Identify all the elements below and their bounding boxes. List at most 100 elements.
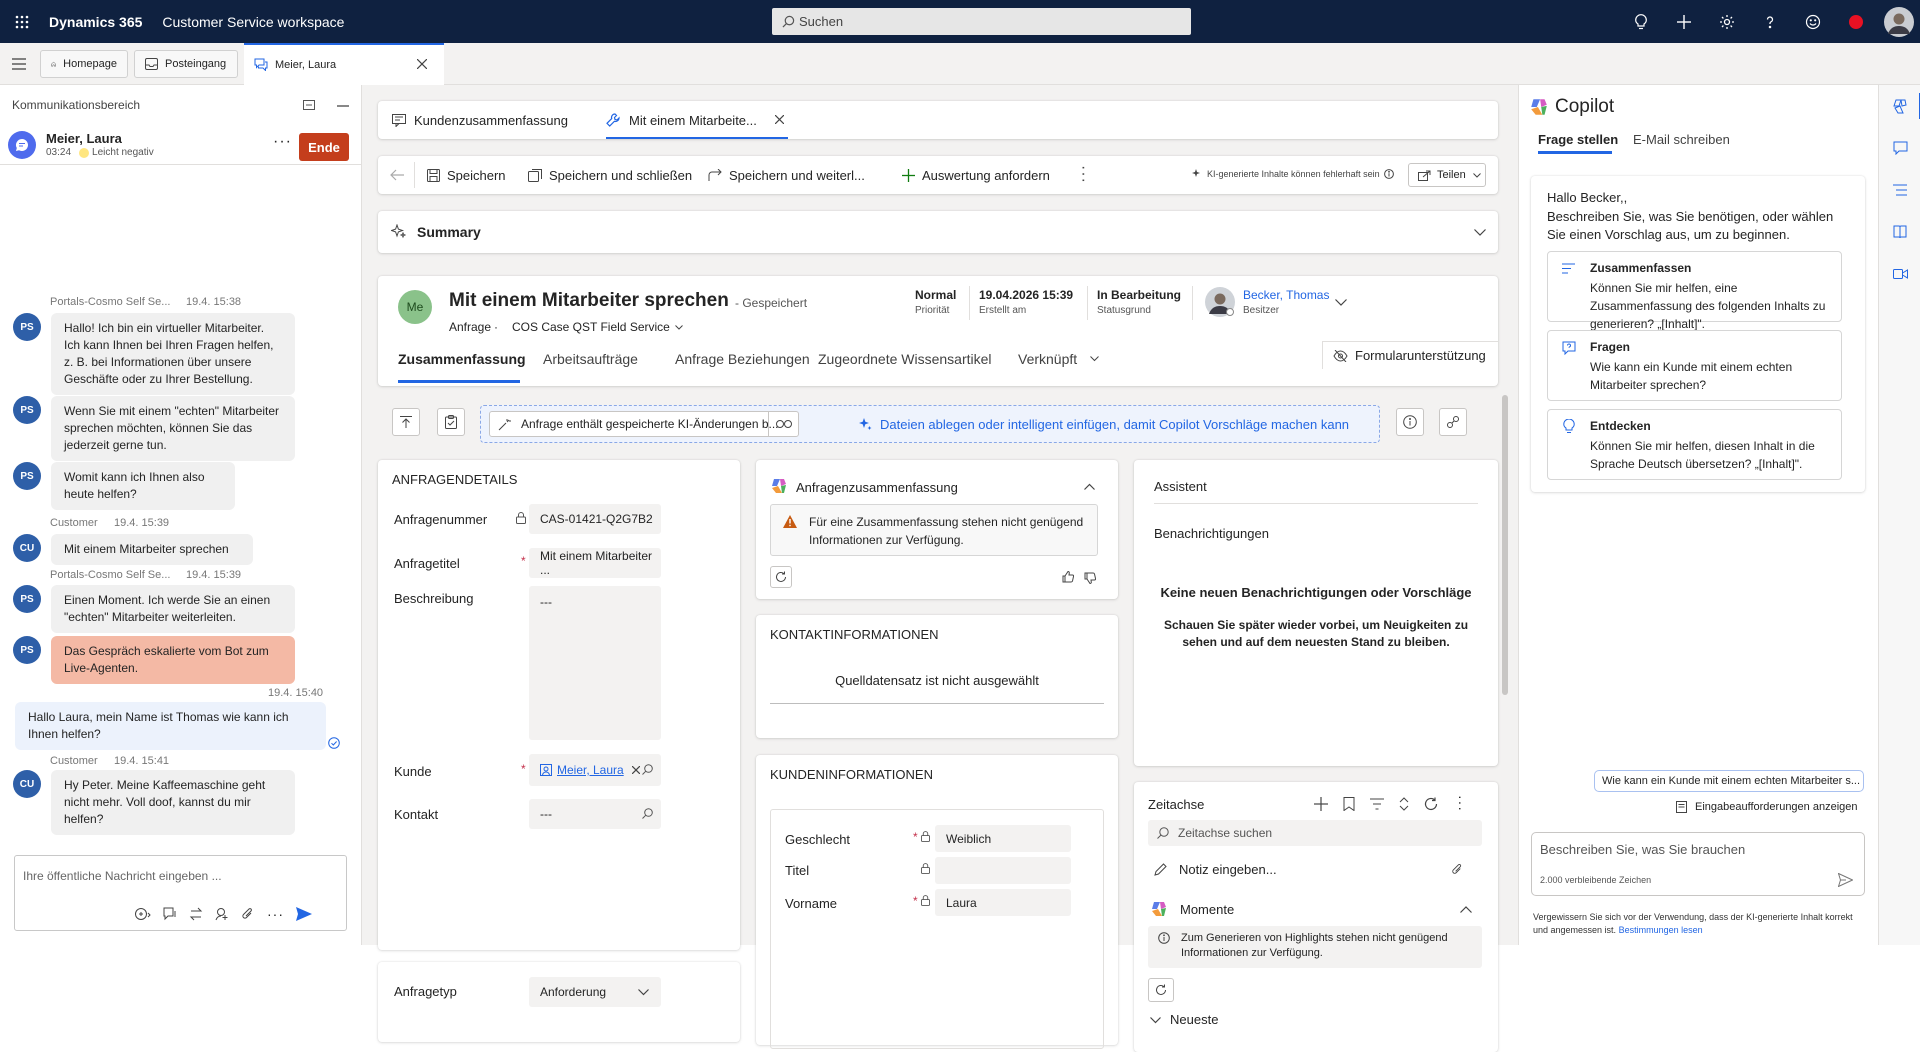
save-and-next-button[interactable]: Speichern und weiterl... (708, 168, 865, 183)
subtab-customer-summary[interactable]: Kundenzusammenfassung (392, 113, 568, 128)
settings-button[interactable] (1439, 408, 1467, 436)
brand-name[interactable]: Dynamics 365 (49, 14, 142, 30)
tab-case-relationships[interactable]: Anfrage Beziehungen (675, 351, 810, 367)
customer-link[interactable]: Meier, Laura (557, 763, 624, 777)
share-button[interactable]: Teilen (1408, 163, 1486, 187)
form-selector[interactable]: COS Case QST Field Service (512, 320, 683, 334)
filter-icon[interactable] (1370, 798, 1384, 810)
owner-link[interactable]: Becker, Thomas (1243, 288, 1329, 302)
tab-related[interactable]: Verknüpft (1018, 351, 1077, 367)
tab-inbox[interactable]: Posteingang (134, 49, 238, 78)
rail-list-button[interactable] (1879, 169, 1920, 211)
close-icon[interactable] (775, 115, 784, 124)
upload-button[interactable] (392, 408, 420, 436)
refresh-icon[interactable] (1424, 797, 1438, 811)
search-icon[interactable] (642, 764, 653, 775)
bookmark-icon[interactable] (1343, 796, 1355, 811)
app-name[interactable]: Customer Service workspace (162, 14, 344, 30)
terms-link[interactable]: Bestimmungen lesen (1619, 925, 1703, 935)
message-input[interactable]: Ihre öffentliche Nachricht eingeben ... (23, 869, 222, 883)
summary-section[interactable]: Summary (378, 211, 1498, 253)
contact-lookup[interactable]: --- (529, 799, 661, 829)
suggestion-ask[interactable]: Fragen Wie kann ein Kunde mit einem echt… (1547, 330, 1842, 401)
note-input[interactable]: Notiz eingeben... (1148, 856, 1482, 882)
knowledge-icon[interactable] (163, 907, 177, 921)
paste-button[interactable] (437, 408, 465, 436)
more-icon[interactable]: ··· (267, 906, 284, 922)
moments-refresh-button[interactable] (1148, 978, 1174, 1002)
save-button[interactable]: Speichern (427, 168, 506, 183)
link-icon[interactable] (768, 412, 798, 436)
copilot-input[interactable]: Beschreiben Sie, was Sie brauchen 2.000 … (1531, 832, 1865, 896)
conversation-contact-name[interactable]: Meier, Laura (46, 131, 154, 146)
remove-icon[interactable] (631, 766, 640, 774)
smart-paste-dropzone[interactable]: Anfrage enthält gespeicherte KI-Änderung… (480, 405, 1380, 443)
help-icon[interactable] (1748, 0, 1791, 43)
suggested-prompt-chip[interactable]: Wie kann ein Kunde mit einem echten Mita… (1594, 770, 1864, 792)
case-number-field[interactable]: CAS-01421-Q2G7B2 (529, 504, 661, 534)
newest-label[interactable]: Neueste (1170, 1012, 1218, 1027)
plus-icon[interactable] (1662, 0, 1705, 43)
tab-session-meier-laura[interactable]: Meier, Laura (244, 42, 444, 85)
gear-icon[interactable] (1705, 0, 1748, 43)
subtab-current-case[interactable]: Mit einem Mitarbeite... (606, 101, 788, 139)
gender-field[interactable]: Weiblich (935, 825, 1071, 852)
tab-homepage[interactable]: Homepage (40, 49, 128, 78)
thumbs-down-icon[interactable] (1084, 572, 1096, 584)
ai-changes-banner[interactable]: Anfrage enthält gespeicherte KI-Änderung… (489, 411, 799, 437)
send-icon[interactable] (296, 907, 312, 921)
show-prompts-button[interactable]: Eingabeaufforderungen anzeigen (1676, 801, 1858, 813)
form-assist-button[interactable]: Formularunterstützung (1322, 341, 1498, 369)
tab-work-orders[interactable]: Arbeitsaufträge (543, 351, 638, 367)
add-icon[interactable] (1314, 796, 1328, 811)
smiley-icon[interactable] (1791, 0, 1834, 43)
lightbulb-icon[interactable] (1619, 0, 1662, 43)
firstname-field[interactable]: Laura (935, 889, 1071, 916)
chevron-up-icon[interactable] (1460, 906, 1472, 913)
refresh-button[interactable] (770, 566, 792, 588)
attachment-icon[interactable] (1451, 863, 1464, 876)
more-options-icon[interactable]: ··· (273, 133, 292, 151)
case-type-select[interactable]: Anforderung (529, 977, 661, 1007)
close-icon[interactable] (417, 58, 427, 69)
form-scrollbar[interactable] (1502, 395, 1508, 695)
more-icon[interactable]: ··· (1453, 795, 1469, 812)
app-launcher-icon[interactable] (0, 0, 43, 43)
minimize-icon[interactable] (337, 105, 349, 107)
tab-ask-question[interactable]: Frage stellen (1538, 132, 1618, 147)
hamburger-menu-icon[interactable] (0, 43, 38, 85)
chevron-down-icon[interactable] (1474, 229, 1486, 236)
chevron-up-icon[interactable] (1084, 483, 1095, 490)
attachment-icon[interactable] (241, 907, 255, 921)
rail-knowledge-button[interactable] (1879, 211, 1920, 253)
quick-replies-icon[interactable] (135, 907, 151, 921)
back-arrow-icon[interactable] (390, 169, 404, 181)
user-avatar[interactable] (1877, 0, 1920, 43)
rail-conversation-button[interactable] (1879, 127, 1920, 169)
timeline-search-input[interactable]: Zeitachse suchen (1148, 820, 1482, 846)
suggestion-discover[interactable]: Entdecken Können Sie mir helfen, diesen … (1547, 409, 1842, 480)
consult-icon[interactable] (215, 907, 229, 921)
case-title-field[interactable]: Mit einem Mitarbeiter ... (529, 548, 661, 578)
title-field[interactable] (935, 857, 1071, 884)
tab-summary[interactable]: Zusammenfassung (398, 351, 526, 367)
search-icon[interactable] (642, 808, 653, 819)
rail-copilot-button[interactable] (1879, 85, 1920, 127)
chevron-down-icon[interactable] (1150, 1017, 1161, 1024)
customer-lookup[interactable]: Meier, Laura (529, 754, 661, 786)
popout-icon[interactable] (303, 100, 315, 110)
info-icon[interactable] (1383, 169, 1394, 179)
end-conversation-button[interactable]: Ende (299, 133, 349, 161)
request-evaluation-button[interactable]: Auswertung anfordern (902, 168, 1050, 183)
send-icon[interactable] (1838, 873, 1853, 887)
chevron-down-icon[interactable] (1335, 299, 1347, 306)
expand-collapse-icon[interactable] (1399, 796, 1409, 811)
description-field[interactable]: --- (529, 586, 661, 740)
thumbs-up-icon[interactable] (1062, 571, 1074, 583)
global-search-input[interactable]: Suchen (772, 8, 1191, 35)
save-and-close-button[interactable]: Speichern und schließen (528, 168, 692, 183)
tab-write-email[interactable]: E-Mail schreiben (1633, 132, 1730, 147)
tab-knowledge-articles[interactable]: Zugeordnete Wissensartikel (818, 351, 992, 367)
presence-status-icon[interactable] (1834, 0, 1877, 43)
more-commands-icon[interactable]: ··· (1074, 165, 1092, 184)
